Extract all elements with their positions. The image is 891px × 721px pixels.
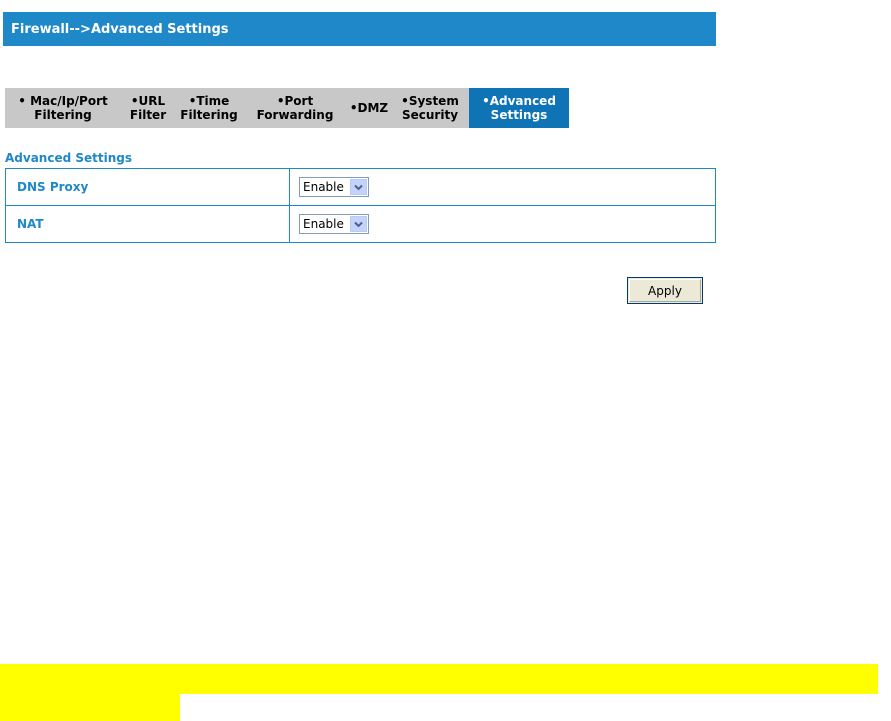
dns-proxy-select[interactable]: Enable bbox=[299, 177, 369, 197]
chevron-down-icon[interactable] bbox=[349, 216, 367, 232]
nat-select[interactable]: Enable bbox=[299, 214, 369, 234]
tab-label-line2: Filtering bbox=[34, 108, 92, 122]
nat-select-value: Enable bbox=[303, 217, 344, 231]
apply-button-face: Apply bbox=[629, 279, 701, 302]
tab-system-security[interactable]: •System Security bbox=[391, 88, 469, 128]
nat-label: NAT bbox=[5, 205, 290, 243]
tab-label-line1: • Mac/Ip/Port bbox=[18, 94, 108, 108]
tab-dmz[interactable]: •DMZ bbox=[347, 88, 391, 128]
tab-label-line2: Filtering bbox=[180, 108, 238, 122]
tab-label-line1: •Time bbox=[188, 94, 230, 108]
tab-label-line2: Filter bbox=[129, 108, 167, 122]
tab-label-line2: Security bbox=[401, 108, 459, 122]
tab-label-line1: •DMZ bbox=[349, 101, 389, 115]
apply-button-label: Apply bbox=[648, 283, 682, 298]
settings-table: DNS Proxy Enable NAT Enable bbox=[5, 168, 716, 243]
tab-label-line1: •Advanced bbox=[482, 94, 556, 108]
tab-time-filtering[interactable]: •Time Filtering bbox=[175, 88, 243, 128]
tab-bar: • Mac/Ip/Port Filtering •URL Filter •Tim… bbox=[5, 88, 569, 128]
tab-port-forwarding[interactable]: •Port Forwarding bbox=[243, 88, 347, 128]
tab-advanced-settings[interactable]: •Advanced Settings bbox=[469, 88, 569, 128]
tab-mac-ip-port-filtering[interactable]: • Mac/Ip/Port Filtering bbox=[5, 88, 121, 128]
highlight-block bbox=[0, 694, 180, 721]
dns-proxy-cell: Enable bbox=[289, 168, 716, 206]
nat-cell: Enable bbox=[289, 205, 716, 243]
section-title: Advanced Settings bbox=[5, 151, 133, 165]
tab-label-line1: •System bbox=[401, 94, 459, 108]
dns-proxy-label: DNS Proxy bbox=[5, 168, 290, 206]
page-header: Firewall-->Advanced Settings bbox=[3, 12, 716, 46]
dns-proxy-select-value: Enable bbox=[303, 180, 344, 194]
tab-label-line1: •URL bbox=[130, 94, 166, 108]
tab-url-filter[interactable]: •URL Filter bbox=[121, 88, 175, 128]
chevron-down-icon[interactable] bbox=[349, 179, 367, 195]
page-title: Firewall-->Advanced Settings bbox=[11, 21, 229, 37]
highlight-bar bbox=[0, 664, 878, 694]
apply-button[interactable]: Apply bbox=[627, 277, 703, 304]
tab-label-line2: Settings bbox=[490, 108, 548, 122]
tab-label-line1: •Port bbox=[276, 94, 314, 108]
tab-label-line2: Forwarding bbox=[256, 108, 334, 122]
table-row-dns-proxy: DNS Proxy Enable bbox=[5, 168, 716, 206]
table-row-nat: NAT Enable bbox=[5, 205, 716, 243]
